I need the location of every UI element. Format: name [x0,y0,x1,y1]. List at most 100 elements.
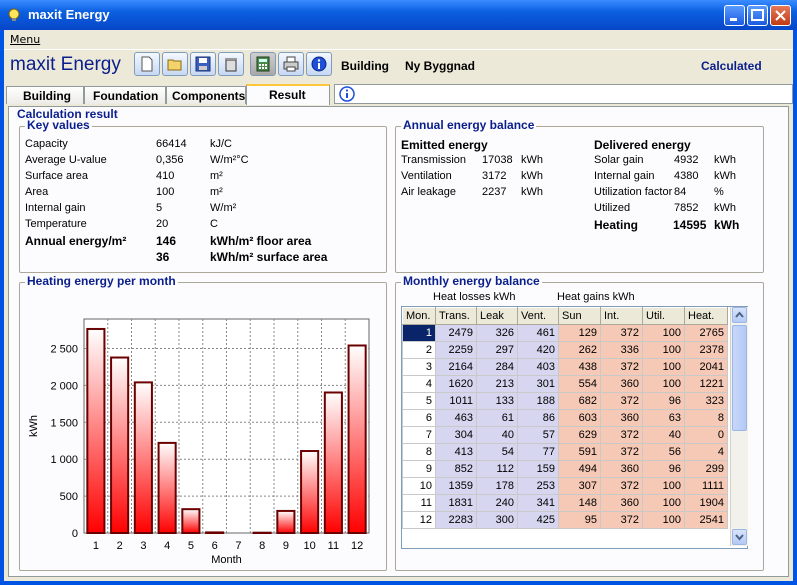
table-cell[interactable]: 1904 [684,494,728,512]
delete-button[interactable] [218,52,244,76]
column-header[interactable]: Int. [600,307,643,325]
table-cell[interactable]: 0 [684,426,728,444]
table-cell[interactable]: 112 [476,460,518,478]
table-cell[interactable]: 12 [402,511,436,529]
table-cell[interactable]: 413 [435,443,477,461]
grid-scrollbar[interactable] [730,307,748,546]
tab-foundation[interactable]: Foundation [84,86,166,104]
table-cell[interactable]: 148 [558,494,601,512]
maximize-button[interactable] [747,5,768,26]
open-button[interactable] [162,52,188,76]
table-cell[interactable]: 40 [642,426,685,444]
table-cell[interactable]: 372 [600,477,643,495]
table-cell[interactable]: 2283 [435,511,477,529]
table-cell[interactable]: 372 [600,511,643,529]
table-cell[interactable]: 1831 [435,494,477,512]
table-cell[interactable]: 591 [558,443,601,461]
table-cell[interactable]: 2164 [435,358,477,376]
table-cell[interactable]: 96 [642,392,685,410]
table-cell[interactable]: 56 [642,443,685,461]
table-cell[interactable]: 360 [600,460,643,478]
column-header[interactable]: Leak [476,307,518,325]
table-cell[interactable]: 61 [476,409,518,427]
table-cell[interactable]: 2259 [435,341,477,359]
close-button[interactable] [770,5,791,26]
column-header[interactable]: Sun [558,307,601,325]
table-row[interactable]: 7 304 40 57 629 372 40 0 [402,426,728,444]
table-cell[interactable]: 2041 [684,358,728,376]
table-row[interactable]: 2 2259 297 420 262 336 100 2378 [402,341,728,359]
table-row[interactable]: 9 852 112 159 494 360 96 299 [402,460,728,478]
table-cell[interactable]: 301 [517,375,559,393]
table-cell[interactable]: 299 [684,460,728,478]
table-cell[interactable]: 284 [476,358,518,376]
table-cell[interactable]: 682 [558,392,601,410]
table-cell[interactable]: 629 [558,426,601,444]
table-cell[interactable]: 2378 [684,341,728,359]
table-cell[interactable]: 463 [435,409,477,427]
info-button[interactable] [306,52,332,76]
table-row[interactable]: 10 1359 178 253 307 372 100 1111 [402,477,728,495]
table-cell[interactable]: 1620 [435,375,477,393]
table-cell[interactable]: 1221 [684,375,728,393]
table-cell[interactable]: 40 [476,426,518,444]
title-bar[interactable]: maxit Energy [0,0,797,30]
table-cell[interactable]: 307 [558,477,601,495]
table-cell[interactable]: 297 [476,341,518,359]
save-button[interactable] [190,52,216,76]
table-cell[interactable]: 360 [600,375,643,393]
table-cell[interactable]: 188 [517,392,559,410]
tab-components[interactable]: Components [166,86,246,104]
table-cell[interactable]: 86 [517,409,559,427]
table-cell[interactable]: 2479 [435,324,477,342]
table-cell[interactable]: 2 [402,341,436,359]
table-cell[interactable]: 554 [558,375,601,393]
table-cell[interactable]: 77 [517,443,559,461]
tab-building[interactable]: Building [6,86,84,104]
table-cell[interactable]: 100 [642,324,685,342]
scroll-thumb[interactable] [732,325,747,431]
table-cell[interactable]: 178 [476,477,518,495]
table-cell[interactable]: 4 [402,375,436,393]
table-cell[interactable]: 494 [558,460,601,478]
table-cell[interactable]: 300 [476,511,518,529]
column-header[interactable]: Heat. [684,307,728,325]
table-row[interactable]: 6 463 61 86 603 360 63 8 [402,409,728,427]
table-cell[interactable]: 8 [402,443,436,461]
table-cell[interactable]: 852 [435,460,477,478]
column-header[interactable]: Mon. [402,307,436,325]
table-cell[interactable]: 3 [402,358,436,376]
print-button[interactable] [278,52,304,76]
table-cell[interactable]: 5 [402,392,436,410]
table-cell[interactable]: 96 [642,460,685,478]
table-cell[interactable]: 403 [517,358,559,376]
table-row[interactable]: 1 2479 326 461 129 372 100 2765 [402,324,728,342]
table-cell[interactable]: 360 [600,494,643,512]
new-button[interactable] [134,52,160,76]
table-cell[interactable]: 10 [402,477,436,495]
table-cell[interactable]: 372 [600,324,643,342]
table-cell[interactable]: 100 [642,494,685,512]
table-cell[interactable]: 262 [558,341,601,359]
table-cell[interactable]: 9 [402,460,436,478]
table-row[interactable]: 11 1831 240 341 148 360 100 1904 [402,494,728,512]
table-cell[interactable]: 63 [642,409,685,427]
table-cell[interactable]: 2765 [684,324,728,342]
table-cell[interactable]: 2541 [684,511,728,529]
table-row[interactable]: 4 1620 213 301 554 360 100 1221 [402,375,728,393]
table-cell[interactable]: 1359 [435,477,477,495]
column-header[interactable]: Vent. [517,307,559,325]
table-cell[interactable]: 100 [642,341,685,359]
table-cell[interactable]: 4 [684,443,728,461]
column-header[interactable]: Trans. [435,307,477,325]
menu-item-menu[interactable]: Menu [10,33,40,46]
table-cell[interactable]: 372 [600,443,643,461]
scroll-up-button[interactable] [732,307,747,323]
table-cell[interactable]: 11 [402,494,436,512]
table-cell[interactable]: 95 [558,511,601,529]
table-cell[interactable]: 341 [517,494,559,512]
table-cell[interactable]: 213 [476,375,518,393]
scroll-down-button[interactable] [732,529,747,545]
table-cell[interactable]: 6 [402,409,436,427]
table-row[interactable]: 12 2283 300 425 95 372 100 2541 [402,511,728,529]
